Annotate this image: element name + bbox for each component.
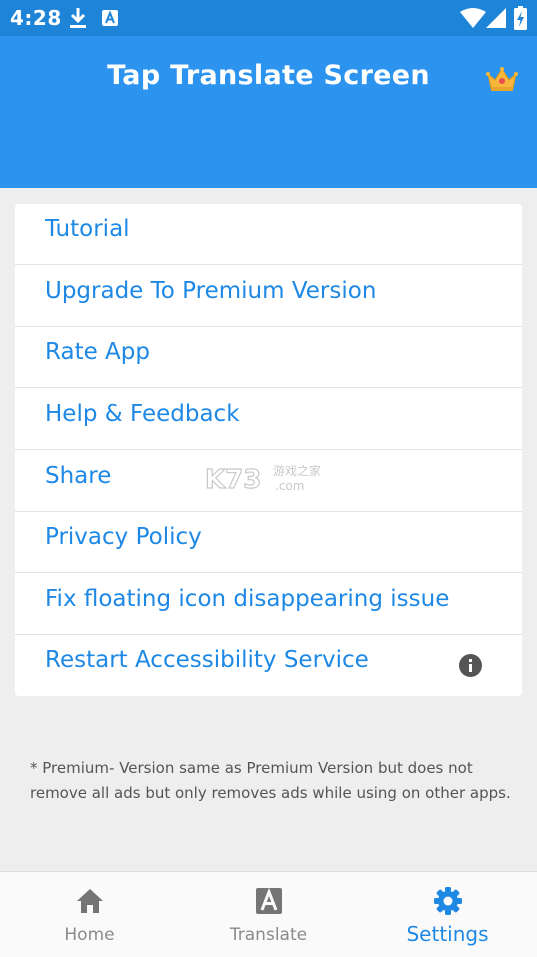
nav-item-translate[interactable]: Translate [179, 872, 358, 957]
k73-watermark-logo: K73 游戏之家 .com [205, 463, 321, 494]
nav-label-settings: Settings [406, 922, 489, 946]
nav-item-home[interactable]: Home [0, 872, 179, 957]
a-box-icon [102, 10, 118, 26]
menu-item-fix-floating-icon[interactable]: Fix floating icon disappearing issue [15, 574, 522, 635]
app-bar: Tap Translate Screen [0, 36, 537, 188]
menu-item-tutorial[interactable]: Tutorial [15, 204, 522, 265]
menu-item-help-feedback[interactable]: Help & Feedback [15, 389, 522, 450]
menu-item-label: Restart Accessibility Service [45, 647, 369, 673]
battery-charging-icon [514, 6, 527, 30]
bottom-navigation: Home Translate Settings [0, 871, 537, 957]
menu-item-upgrade-premium[interactable]: Upgrade To Premium Version [15, 266, 522, 327]
status-time: 4:28 [10, 6, 62, 30]
menu-item-label: Share [45, 463, 112, 489]
premium-note: * Premium- Version same as Premium Versi… [30, 759, 511, 802]
menu-item-label: Privacy Policy [45, 524, 202, 550]
svg-text:游戏之家: 游戏之家 [273, 463, 321, 478]
menu-item-label: Fix floating icon disappearing issue [45, 586, 450, 612]
status-bar: 4:28 [0, 0, 537, 36]
crown-icon[interactable] [486, 66, 518, 92]
settings-menu-card: Tutorial Upgrade To Premium Version Rate… [15, 204, 522, 696]
menu-item-label: Help & Feedback [45, 401, 240, 427]
wifi-icon [460, 8, 486, 28]
menu-item-label: Tutorial [45, 216, 130, 242]
menu-item-restart-accessibility[interactable]: Restart Accessibility Service [15, 635, 522, 696]
nav-label-translate: Translate [229, 925, 308, 945]
info-icon[interactable] [459, 654, 482, 677]
translate-icon [256, 887, 282, 914]
menu-item-privacy-policy[interactable]: Privacy Policy [15, 512, 522, 573]
nav-item-settings[interactable]: Settings [358, 872, 537, 957]
nav-label-home: Home [64, 925, 115, 945]
menu-item-label: Upgrade To Premium Version [45, 278, 377, 304]
home-icon [77, 889, 103, 913]
svg-text:K73: K73 [205, 465, 261, 494]
page-title: Tap Translate Screen [107, 60, 430, 91]
svg-text:.com: .com [275, 479, 304, 493]
menu-item-rate-app[interactable]: Rate App [15, 327, 522, 388]
menu-item-label: Rate App [45, 339, 150, 365]
gear-icon [434, 887, 462, 915]
cell-signal-icon [486, 8, 506, 28]
download-icon [70, 8, 86, 28]
